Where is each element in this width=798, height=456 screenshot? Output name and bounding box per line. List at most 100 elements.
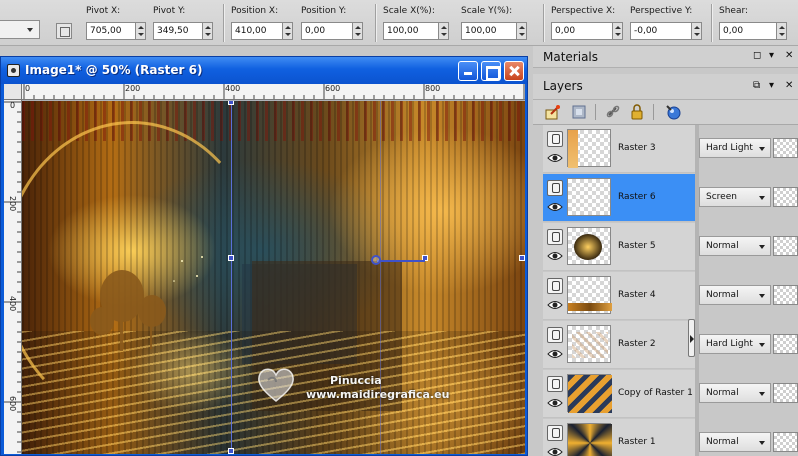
toolbar-divider (543, 4, 544, 42)
transform-guide-line[interactable] (231, 101, 232, 454)
perspective-y-input[interactable]: -0,00 (630, 22, 692, 40)
layer-thumbnail (567, 227, 611, 265)
eye-icon[interactable] (547, 348, 563, 360)
perspective-y-spinner[interactable] (692, 22, 702, 40)
perspective-x-input[interactable]: 0,00 (551, 22, 613, 40)
layer-row-copy-of-raster-1[interactable]: Copy of Raster 1 (543, 370, 695, 418)
layer-name: Raster 1 (618, 437, 656, 447)
link-icon[interactable] (605, 104, 621, 120)
scale-x-input[interactable]: 100,00 (383, 22, 439, 40)
layer-row-raster-5[interactable]: Raster 5 (543, 223, 695, 271)
new-layer-icon[interactable] (545, 104, 561, 120)
position-y-field: Position Y: 0,00 (301, 6, 363, 40)
close-icon[interactable]: ✕ (785, 50, 793, 61)
perspective-x-spinner[interactable] (613, 22, 623, 40)
layer-thumbnail (567, 423, 612, 456)
position-y-spinner[interactable] (353, 22, 363, 40)
layer-row-raster-6[interactable]: Raster 6 (543, 174, 695, 222)
opacity-slider[interactable] (773, 285, 798, 305)
shear-label: Shear: (719, 6, 749, 16)
vertical-ruler: 0 200 400 600 (4, 100, 22, 454)
layer-group-toggle-icon[interactable] (547, 327, 563, 343)
opacity-slider[interactable] (773, 383, 798, 403)
opacity-slider[interactable] (773, 187, 798, 207)
ruler-label: 400 (225, 84, 241, 93)
eye-icon[interactable] (547, 152, 563, 164)
layer-row-raster-4[interactable]: Raster 4 (543, 272, 695, 320)
transform-handle[interactable] (228, 101, 234, 105)
watermark-url: www.maidiregrafica.eu (306, 388, 450, 401)
scale-y-input[interactable]: 100,00 (461, 22, 517, 40)
image-document-icon (7, 64, 20, 77)
lock-icon[interactable] (629, 104, 645, 120)
maximize-button[interactable] (481, 61, 501, 81)
pivot-x-spinner[interactable] (136, 22, 146, 40)
shear-input[interactable]: 0,00 (719, 22, 777, 40)
transform-handle[interactable] (519, 255, 525, 261)
shear-spinner[interactable] (777, 22, 787, 40)
rotation-handle-line (377, 260, 425, 262)
position-x-spinner[interactable] (283, 22, 293, 40)
presets-dropdown[interactable] (0, 20, 40, 39)
ruler-label: 600 (325, 84, 341, 93)
heart-watermark-icon (258, 368, 294, 402)
scale-y-spinner[interactable] (517, 22, 527, 40)
blend-mode-dropdown[interactable]: Screen (699, 187, 771, 207)
layer-group-toggle-icon[interactable] (547, 278, 563, 294)
transform-handle[interactable] (228, 448, 234, 454)
materials-panel-header[interactable]: Materials ◻ ▾ ✕ (533, 46, 798, 68)
blend-mode-dropdown[interactable]: Normal (699, 383, 771, 403)
chevron-down-icon[interactable]: ▾ (769, 50, 774, 61)
transform-handle[interactable] (228, 255, 234, 261)
position-y-input[interactable]: 0,00 (301, 22, 353, 40)
layer-row-raster-3[interactable]: Raster 3 (543, 125, 695, 173)
chevron-down-icon[interactable]: ▾ (769, 80, 774, 91)
minimize-button[interactable] (458, 61, 478, 81)
eye-icon[interactable] (547, 250, 563, 262)
eye-icon[interactable] (547, 397, 563, 409)
blend-mode-dropdown[interactable]: Normal (699, 432, 771, 452)
image-window-titlebar[interactable]: Image1* @ 50% (Raster 6) (1, 57, 527, 84)
pin-icon[interactable]: ◻ (753, 50, 761, 61)
layer-name: Copy of Raster 1 (618, 388, 693, 398)
pivot-y-spinner[interactable] (203, 22, 213, 40)
layer-group-toggle-icon[interactable] (547, 131, 563, 147)
layer-group-toggle-icon[interactable] (547, 425, 563, 441)
ruler-label: 200 (8, 196, 17, 212)
horizontal-ruler: 0 200 400 600 800 (22, 84, 525, 100)
opacity-slider[interactable] (773, 236, 798, 256)
close-window-button[interactable] (504, 61, 524, 81)
blend-mode-dropdown[interactable]: Hard Light (699, 334, 771, 354)
layer-properties-icon[interactable] (665, 104, 681, 120)
pivot-point-handle[interactable] (371, 255, 381, 265)
pivot-x-input[interactable]: 705,00 (86, 22, 136, 40)
eye-icon[interactable] (547, 446, 563, 456)
close-icon[interactable]: ✕ (785, 80, 793, 91)
eye-icon[interactable] (547, 201, 563, 213)
tool-options-bar: Pivot X: 705,00 Pivot Y: 349,50 Position… (0, 0, 798, 46)
layer-group-toggle-icon[interactable] (547, 376, 563, 392)
canvas-artwork[interactable]: Pinuccia www.maidiregrafica.eu (22, 101, 525, 454)
layer-row-raster-1[interactable]: Raster 1 (543, 419, 695, 456)
float-panel-icon[interactable]: ⧉ (753, 80, 760, 91)
pivot-icon[interactable] (56, 23, 72, 39)
position-x-field: Position X: 410,00 (231, 6, 293, 40)
layers-panel-header[interactable]: Layers ⧉ ▾ ✕ (533, 74, 798, 100)
ruler-label: 0 (9, 101, 16, 110)
layer-group-toggle-icon[interactable] (547, 180, 563, 196)
opacity-slider[interactable] (773, 432, 798, 452)
blend-mode-dropdown[interactable]: Normal (699, 236, 771, 256)
blend-mode-dropdown[interactable]: Normal (699, 285, 771, 305)
position-x-input[interactable]: 410,00 (231, 22, 283, 40)
perspective-y-label: Perspective Y: (630, 6, 693, 16)
scale-x-spinner[interactable] (439, 22, 449, 40)
blend-mode-dropdown[interactable]: Hard Light (699, 138, 771, 158)
opacity-slider[interactable] (773, 138, 798, 158)
eye-icon[interactable] (547, 299, 563, 311)
pivot-y-input[interactable]: 349,50 (153, 22, 203, 40)
new-layer-group-icon[interactable] (571, 104, 587, 120)
layer-row-raster-2[interactable]: Raster 2 (543, 321, 695, 369)
layer-group-toggle-icon[interactable] (547, 229, 563, 245)
expand-panel-handle[interactable] (688, 319, 695, 357)
opacity-slider[interactable] (773, 334, 798, 354)
